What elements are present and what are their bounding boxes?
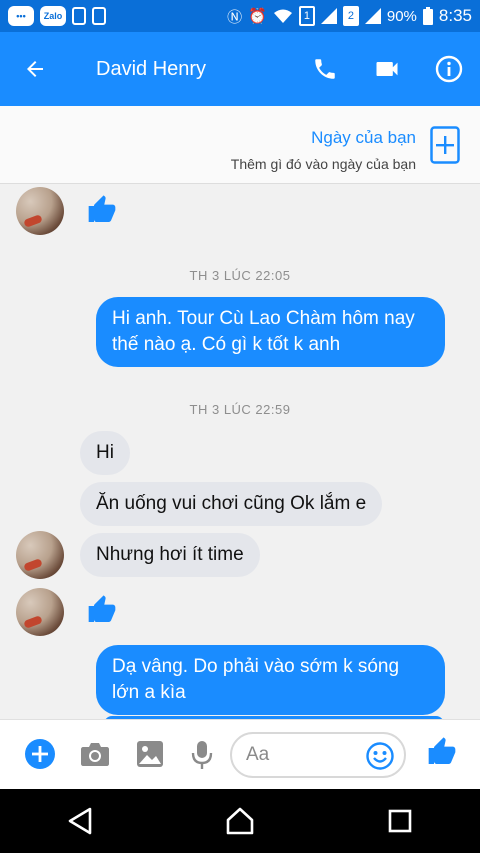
thumbs-up-icon [428,737,456,764]
wifi-icon [273,9,292,23]
contact-avatar[interactable] [16,531,64,579]
app-notification-icon [72,7,86,25]
messages-notification-icon: ••• [8,6,34,26]
system-navigation-bar [0,789,480,853]
message-thread[interactable]: TH 3 LÚC 22:05 Hi anh. Tour Cù Lao Chàm … [0,184,480,719]
alarm-icon: ⏰ [248,8,267,25]
camera-icon [81,743,109,766]
voice-record-button[interactable] [191,740,213,775]
image-icon [137,741,163,767]
plus-circle-icon [25,739,55,769]
contact-avatar[interactable] [16,588,64,636]
message-input-field[interactable] [230,732,406,778]
thumbs-up-icon [88,195,116,222]
camera-button[interactable] [80,740,110,773]
device-notification-icon [92,7,106,25]
day-banner-subtitle: Thêm gì đó vào ngày của bạn [230,156,416,172]
like-sticker[interactable] [86,194,118,231]
smiley-icon [366,742,394,770]
signal1-icon [320,8,337,24]
back-arrow-icon [27,61,43,77]
incoming-message[interactable]: Hi [80,431,130,475]
video-call-button[interactable] [356,32,418,106]
message-timestamp: TH 3 LÚC 22:05 [189,268,291,283]
nav-back-button[interactable] [50,791,110,851]
send-like-button[interactable] [426,736,458,773]
microphone-icon [191,741,213,769]
message-input[interactable] [246,744,356,766]
back-button[interactable] [0,32,70,106]
add-square-icon [430,126,460,164]
clock: 8:35 [438,6,472,25]
voice-call-button[interactable] [294,32,356,106]
home-icon [226,807,254,835]
incoming-message[interactable]: Ăn uống vui chơi cũng Ok lắm e [80,482,383,526]
emoji-button[interactable] [366,742,394,775]
outgoing-message[interactable]: Dạ vâng. Do phải vào sớm k sóng lớn a kì… [96,645,445,715]
square-recents-icon [388,809,412,833]
composer-bar [0,719,480,789]
info-icon [435,55,463,83]
triangle-back-icon [68,807,92,835]
battery-level: 90% [386,7,417,25]
contact-name[interactable]: David Henry [70,58,294,81]
thumbs-up-icon [88,595,116,622]
status-bar: ••• Zalo Ⓝ ⏰ 1 2 90% 8:35 [0,0,480,32]
zalo-notification-icon: Zalo [40,6,66,26]
video-camera-icon [376,62,398,76]
phone-icon [315,59,335,79]
message-timestamp: TH 3 LÚC 22:59 [189,402,291,417]
info-button[interactable] [418,32,480,106]
contact-avatar[interactable] [16,187,64,235]
outgoing-message[interactable]: Hi anh. Tour Cù Lao Chàm hôm nay thế nào… [96,297,445,367]
day-banner-title: Ngày của bạn [311,128,416,147]
nfc-icon: Ⓝ [227,8,243,26]
signal2-icon [364,8,381,24]
sim2-indicator: 2 [342,6,359,26]
day-story-banner[interactable]: Ngày của bạn Thêm gì đó vào ngày của bạn [0,106,480,184]
incoming-message[interactable]: Nhưng hơi ít time [80,533,260,577]
battery-icon [422,7,433,25]
gallery-button[interactable] [136,740,164,773]
nav-recents-button[interactable] [370,791,430,851]
nav-home-button[interactable] [210,791,270,851]
conversation-header: David Henry [0,32,480,106]
like-sticker[interactable] [86,594,118,631]
add-to-day-button[interactable] [430,126,460,169]
more-actions-button[interactable] [24,738,56,775]
sim1-indicator: 1 [298,6,315,26]
